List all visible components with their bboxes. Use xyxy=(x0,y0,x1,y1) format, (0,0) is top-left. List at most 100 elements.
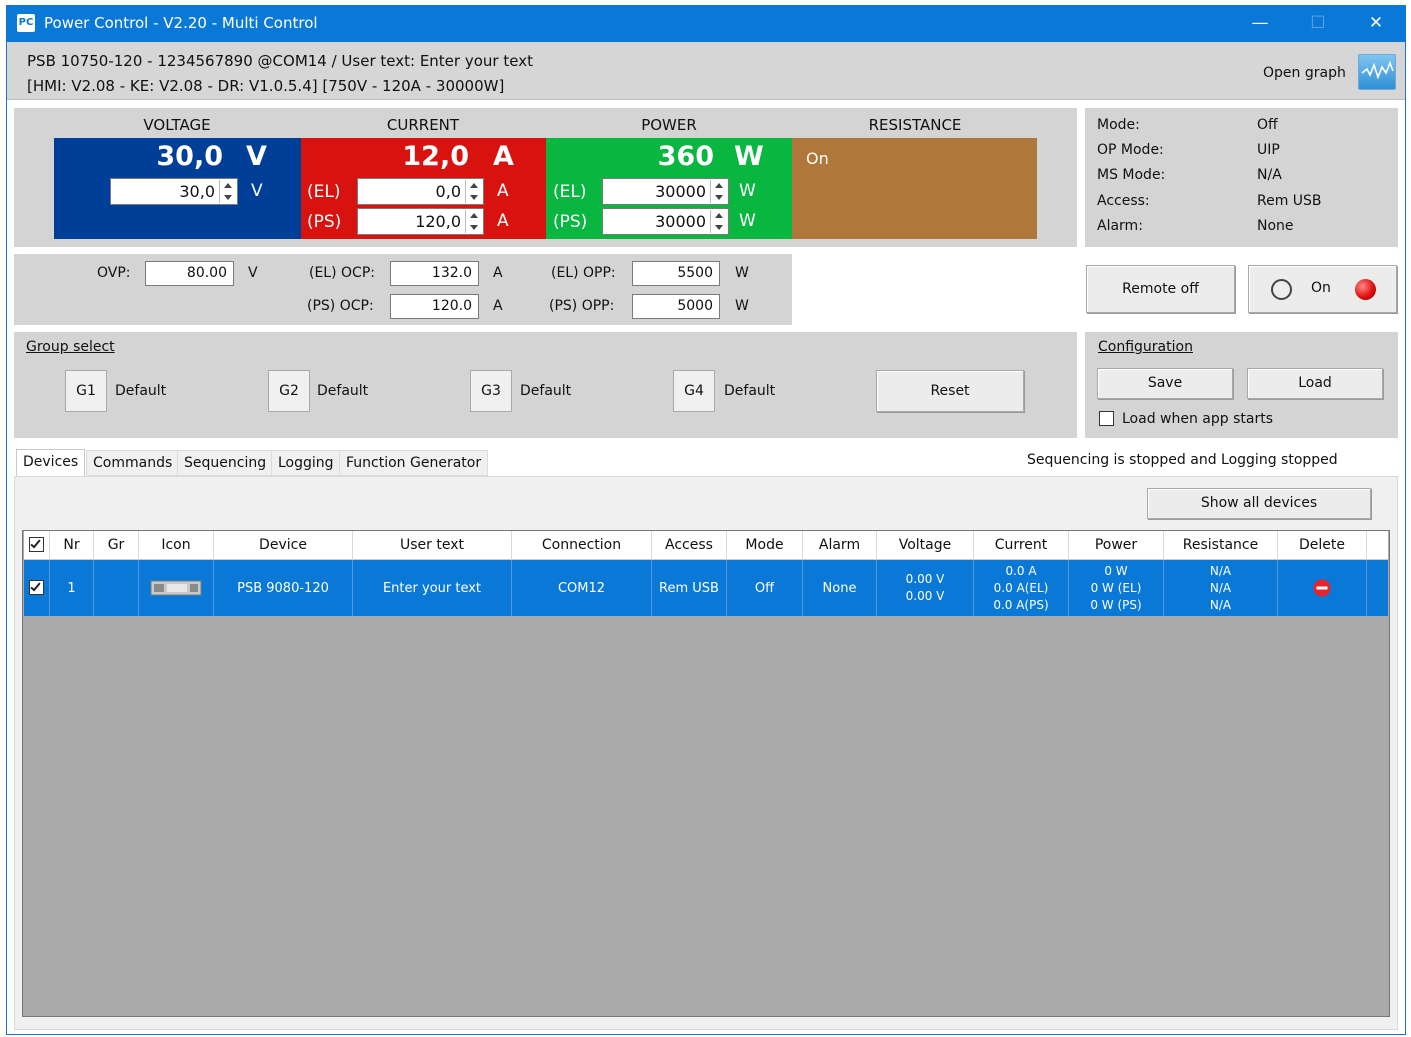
open-graph-label[interactable]: Open graph xyxy=(1263,65,1346,81)
spin-arrows-icon[interactable] xyxy=(710,180,727,203)
group-g3-button[interactable]: G3 xyxy=(470,370,512,412)
ps-opp-label: (PS) OPP: xyxy=(549,298,615,314)
table-row[interactable]: 1 PSB 9080-120 Enter your text COM12 Rem… xyxy=(24,560,1388,616)
row-select-cell[interactable] xyxy=(24,560,50,616)
column-gr[interactable]: Gr xyxy=(94,531,139,560)
column-current[interactable]: Current xyxy=(974,531,1069,560)
column-connection[interactable]: Connection xyxy=(512,531,652,560)
reset-button[interactable]: Reset xyxy=(876,370,1024,412)
spin-arrows-icon[interactable] xyxy=(219,180,236,203)
ps-opp-input[interactable]: 5000 xyxy=(632,294,720,319)
mode-value: Off xyxy=(1257,117,1278,133)
column-delete[interactable]: Delete xyxy=(1278,531,1367,560)
power-heading: POWER xyxy=(641,116,697,134)
ovp-label: OVP: xyxy=(97,265,131,281)
column-icon[interactable]: Icon xyxy=(139,531,214,560)
load-on-start-checkbox[interactable] xyxy=(1099,411,1114,426)
power-block: 360 W (EL) 30000 W (PS) 30000 W xyxy=(546,138,792,239)
current-el-label: (EL) xyxy=(307,182,341,202)
group-g4-button[interactable]: G4 xyxy=(673,370,715,412)
row-checkbox[interactable] xyxy=(29,580,44,595)
title-bar: PC Power Control - V2.20 - Multi Control… xyxy=(7,5,1405,42)
current-el-value: 0,0 xyxy=(435,182,461,201)
save-button[interactable]: Save xyxy=(1097,368,1233,399)
tab-commands[interactable]: Commands xyxy=(86,450,180,476)
column-nr[interactable]: Nr xyxy=(50,531,94,560)
output-led-icon xyxy=(1355,279,1376,300)
output-toggle-button[interactable]: On xyxy=(1248,265,1397,313)
column-user-text[interactable]: User text xyxy=(353,531,512,560)
power-ps-spinbox[interactable]: 30000 xyxy=(602,208,729,235)
group-g2-button[interactable]: G2 xyxy=(268,370,310,412)
alarm-value: None xyxy=(1257,218,1294,234)
row-access: Rem USB xyxy=(652,560,727,616)
show-all-devices-button[interactable]: Show all devices xyxy=(1147,488,1371,519)
el-ocp-input[interactable]: 132.0 xyxy=(390,261,479,286)
ps-ocp-unit: A xyxy=(493,298,503,314)
voltage-set-value: 30,0 xyxy=(179,182,215,201)
el-ocp-label: (EL) OCP: xyxy=(309,265,375,281)
alarm-label: Alarm: xyxy=(1097,218,1143,234)
row-nr: 1 xyxy=(50,560,94,616)
maximize-button[interactable]: ☐ xyxy=(1289,5,1347,42)
resistance-heading: RESISTANCE xyxy=(868,116,962,134)
group-g1-name: Default xyxy=(115,383,167,399)
sequencing-status: Sequencing is stopped and Logging stoppe… xyxy=(1027,452,1338,468)
row-gr xyxy=(94,560,139,616)
close-button[interactable]: ✕ xyxy=(1347,5,1405,42)
el-opp-label: (EL) OPP: xyxy=(551,265,616,281)
load-button[interactable]: Load xyxy=(1247,368,1383,399)
power-ps-value: 30000 xyxy=(655,212,706,231)
minimize-button[interactable]: — xyxy=(1231,5,1289,42)
column-mode[interactable]: Mode xyxy=(727,531,803,560)
power-el-label: (EL) xyxy=(553,182,587,202)
column-access[interactable]: Access xyxy=(652,531,727,560)
column-alarm[interactable]: Alarm xyxy=(803,531,877,560)
current-ps-spinbox[interactable]: 120,0 xyxy=(357,208,484,235)
remote-button[interactable]: Remote off xyxy=(1086,265,1235,313)
current-ps-label: (PS) xyxy=(307,212,342,232)
current-el-spinbox[interactable]: 0,0 xyxy=(357,178,484,205)
current-actual: 12,0 xyxy=(402,141,469,172)
power-el-spinbox[interactable]: 30000 xyxy=(602,178,729,205)
app-icon: PC xyxy=(17,14,35,32)
row-icon-cell xyxy=(139,560,214,616)
row-delete-cell[interactable] xyxy=(1278,560,1367,616)
current-el-unit: A xyxy=(497,181,509,201)
ps-ocp-input[interactable]: 120.0 xyxy=(390,294,479,319)
current-unit: A xyxy=(493,141,514,172)
column-voltage[interactable]: Voltage xyxy=(877,531,974,560)
spin-arrows-icon[interactable] xyxy=(710,210,727,233)
current-ps-value: 120,0 xyxy=(415,212,461,231)
el-opp-input[interactable]: 5500 xyxy=(632,261,720,286)
voltage-set-spinbox[interactable]: 30,0 xyxy=(110,178,238,205)
tab-function-generator[interactable]: Function Generator xyxy=(339,450,489,476)
column-device[interactable]: Device xyxy=(214,531,353,560)
ms-mode-label: MS Mode: xyxy=(1097,167,1166,183)
row-voltage: 0.00 V 0.00 V xyxy=(877,560,974,616)
row-device: PSB 9080-120 xyxy=(214,560,353,616)
tab-logging[interactable]: Logging xyxy=(271,450,341,476)
tab-sequencing[interactable]: Sequencing xyxy=(177,450,274,476)
open-graph-button[interactable] xyxy=(1358,54,1396,90)
output-label: On xyxy=(1311,280,1331,296)
current-heading: CURRENT xyxy=(386,116,460,134)
group-g1-button[interactable]: G1 xyxy=(65,370,107,412)
device-header: PSB 10750-120 - 1234567890 @COM14 / User… xyxy=(7,42,1405,100)
el-ocp-unit: A xyxy=(493,265,503,281)
spin-arrows-icon[interactable] xyxy=(465,180,482,203)
spin-arrows-icon[interactable] xyxy=(465,210,482,233)
firmware-info-line: [HMI: V2.08 - KE: V2.08 - DR: V1.0.5.4] … xyxy=(27,77,505,95)
ovp-input[interactable]: 80.00 xyxy=(145,261,234,286)
column-power[interactable]: Power xyxy=(1069,531,1164,560)
delete-icon[interactable] xyxy=(1313,579,1331,597)
tab-devices[interactable]: Devices xyxy=(16,449,86,477)
power-el-value: 30000 xyxy=(655,182,706,201)
select-all-checkbox[interactable] xyxy=(29,537,44,552)
select-all-header[interactable] xyxy=(24,531,50,560)
group-g4-name: Default xyxy=(724,383,776,399)
row-connection: COM12 xyxy=(512,560,652,616)
current-block: 12,0 A (EL) 0,0 A (PS) 120,0 A xyxy=(301,138,546,239)
row-alarm: None xyxy=(803,560,877,616)
column-resistance[interactable]: Resistance xyxy=(1164,531,1278,560)
